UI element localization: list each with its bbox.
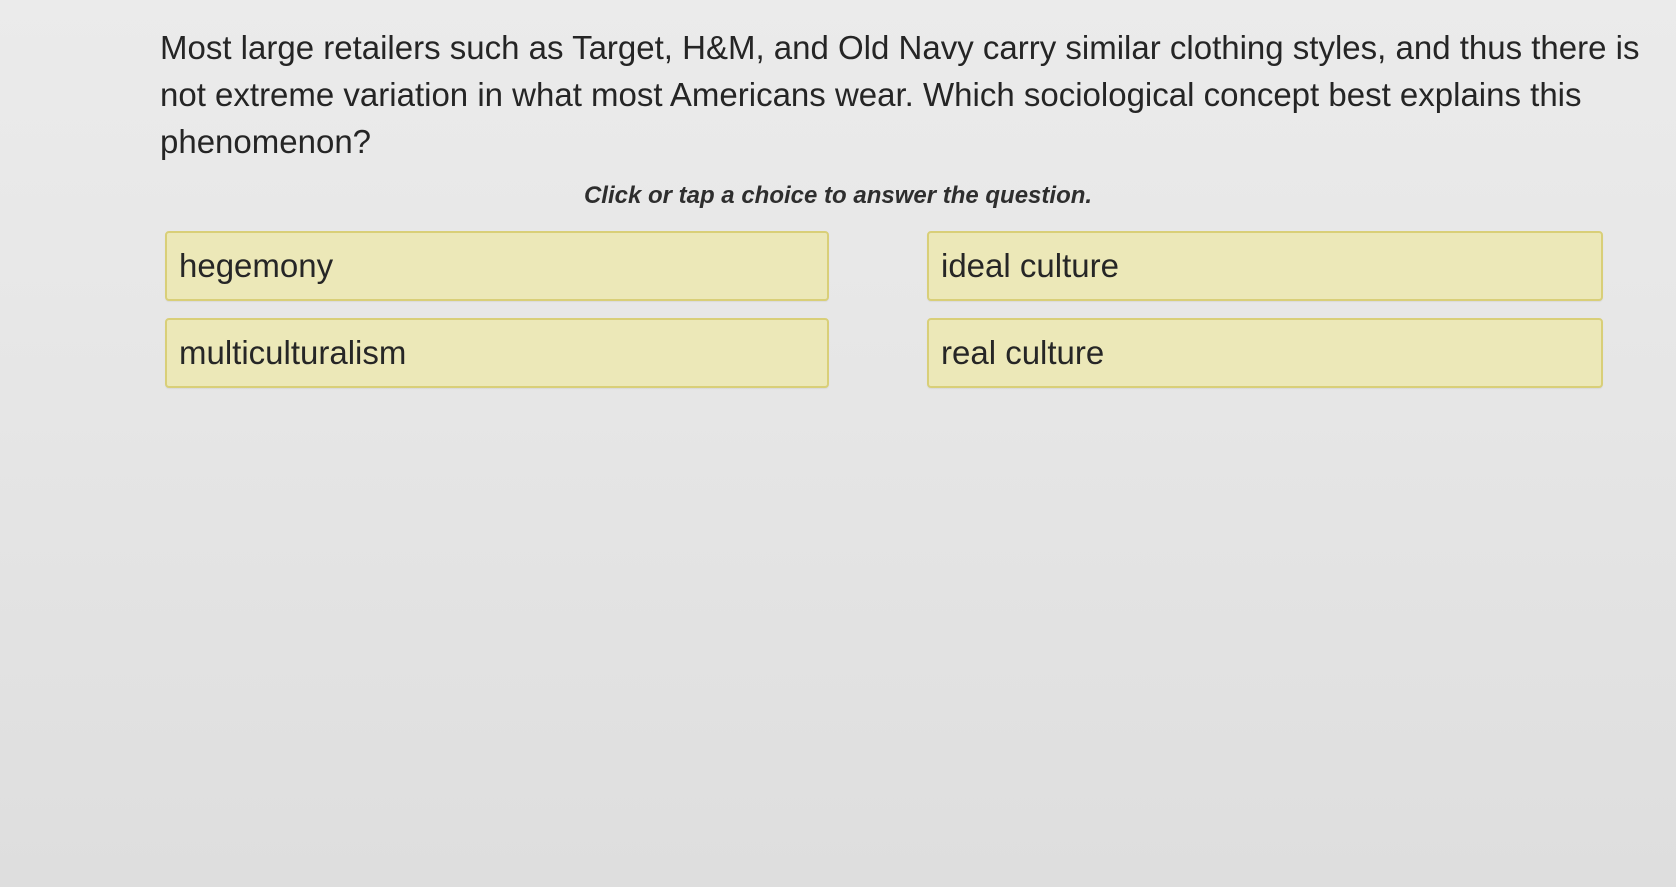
- quiz-screen: Most large retailers such as Target, H&M…: [0, 0, 1676, 887]
- choice-hegemony[interactable]: hegemony: [165, 231, 829, 301]
- answer-choices: hegemony ideal culture multiculturalism …: [165, 231, 1603, 388]
- choice-label: multiculturalism: [179, 334, 407, 371]
- choice-label: real culture: [941, 334, 1105, 371]
- choice-ideal-culture[interactable]: ideal culture: [927, 231, 1603, 301]
- choice-real-culture[interactable]: real culture: [927, 318, 1603, 388]
- answer-instruction: Click or tap a choice to answer the ques…: [583, 182, 1093, 209]
- choice-label: ideal culture: [941, 247, 1119, 284]
- choice-label: hegemony: [179, 247, 334, 284]
- choice-multiculturalism[interactable]: multiculturalism: [165, 318, 829, 388]
- question-text: Most large retailers such as Target, H&M…: [160, 29, 1640, 160]
